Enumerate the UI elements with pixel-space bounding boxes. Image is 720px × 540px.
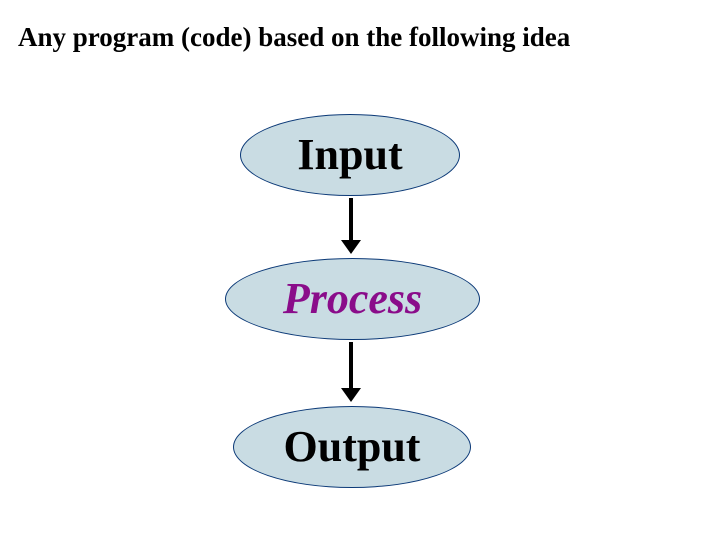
- page-title: Any program (code) based on the followin…: [18, 22, 570, 53]
- node-output-label: Output: [284, 425, 421, 469]
- node-output: Output: [233, 406, 471, 488]
- node-input: Input: [240, 114, 460, 196]
- arrow-down-icon: [349, 342, 353, 390]
- node-process-label: Process: [283, 277, 422, 321]
- arrow-down-icon: [349, 198, 353, 242]
- node-process: Process: [225, 258, 480, 340]
- node-input-label: Input: [297, 133, 402, 177]
